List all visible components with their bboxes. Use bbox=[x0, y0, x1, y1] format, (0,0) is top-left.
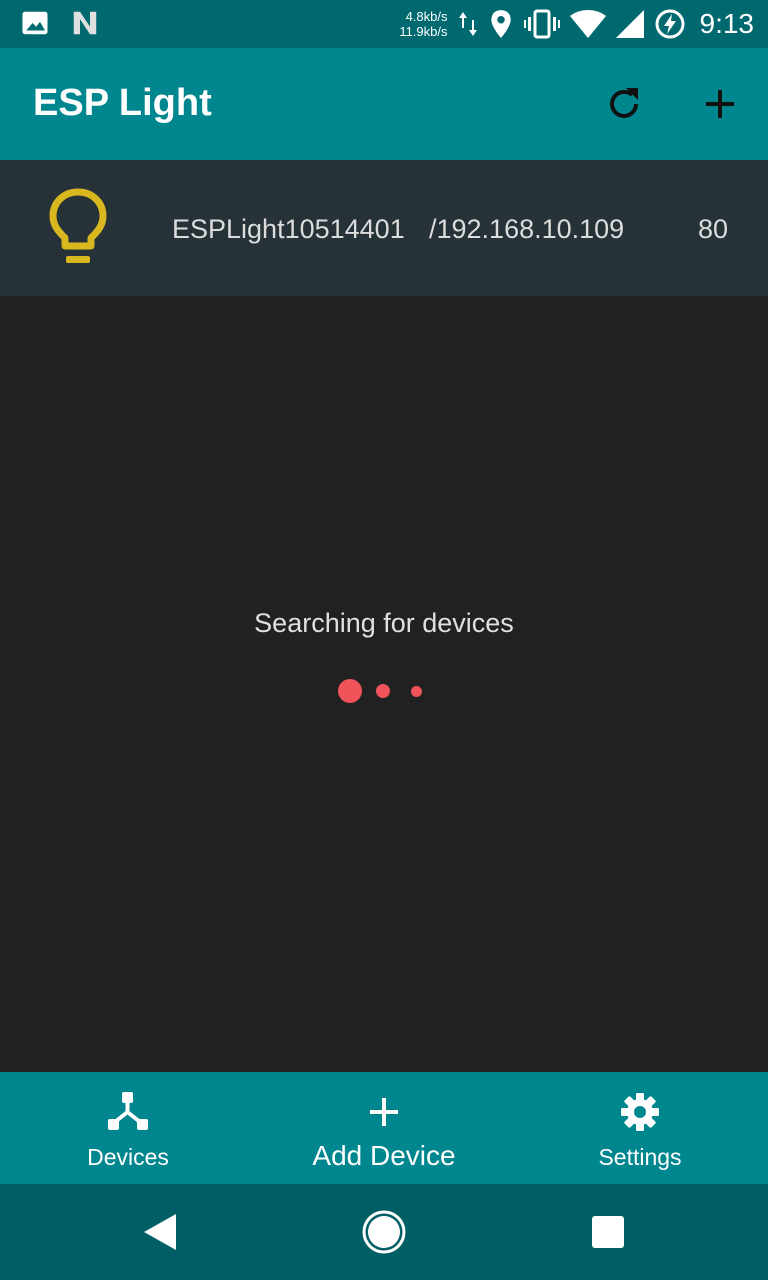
location-icon bbox=[490, 10, 511, 38]
nav-item-settings[interactable]: Settings bbox=[512, 1072, 768, 1184]
home-button[interactable] bbox=[360, 1208, 408, 1256]
nav-item-devices[interactable]: Devices bbox=[0, 1072, 256, 1184]
nav-label-add-device: Add Device bbox=[312, 1140, 456, 1171]
loading-dot bbox=[376, 684, 390, 698]
back-icon bbox=[144, 1214, 176, 1250]
loading-dot bbox=[338, 679, 362, 703]
upload-speed: 4.8kb/s bbox=[405, 9, 448, 24]
device-list-item[interactable]: ESPLight10514401 /192.168.10.109 80 bbox=[0, 160, 768, 296]
app-bar: ESP Light bbox=[0, 48, 768, 160]
devices-icon bbox=[108, 1092, 148, 1130]
network-speed: 4.8kb/s 11.9kb/s bbox=[399, 9, 447, 39]
nav-item-add-device[interactable]: Add Device bbox=[256, 1072, 512, 1184]
loading-dot bbox=[411, 686, 422, 697]
device-name: ESPLight10514401 bbox=[172, 214, 405, 244]
bottom-navigation: Devices Add Device Settings bbox=[0, 1072, 768, 1184]
n-icon bbox=[73, 11, 97, 35]
nav-label-devices: Devices bbox=[87, 1144, 169, 1170]
refresh-button[interactable] bbox=[602, 82, 646, 126]
add-icon bbox=[706, 90, 734, 118]
back-button[interactable] bbox=[136, 1208, 184, 1256]
plus-icon bbox=[370, 1098, 398, 1126]
recents-button[interactable] bbox=[584, 1208, 632, 1256]
home-icon bbox=[362, 1210, 406, 1254]
loading-indicator bbox=[0, 676, 768, 706]
download-speed: 11.9kb/s bbox=[399, 24, 448, 39]
app-title: ESP Light bbox=[33, 82, 212, 124]
add-button[interactable] bbox=[698, 82, 742, 126]
signal-icon bbox=[615, 10, 644, 38]
status-bar: 4.8kb/s 11.9kb/s 9:13 bbox=[0, 0, 768, 48]
battery-saver-icon bbox=[655, 9, 684, 39]
system-navigation-bar bbox=[0, 1184, 768, 1280]
data-arrows-icon bbox=[458, 12, 477, 36]
lightbulb-icon bbox=[49, 188, 107, 263]
device-ip: /192.168.10.109 bbox=[429, 214, 625, 244]
searching-text: Searching for devices bbox=[254, 608, 514, 638]
wifi-icon bbox=[569, 10, 606, 38]
nav-label-settings: Settings bbox=[598, 1144, 682, 1170]
vibrate-icon bbox=[523, 9, 560, 39]
device-port: 80 bbox=[698, 214, 729, 244]
status-time: 9:13 bbox=[699, 8, 755, 39]
gear-icon bbox=[621, 1093, 659, 1131]
recents-icon bbox=[592, 1216, 624, 1248]
image-icon bbox=[22, 11, 48, 35]
refresh-icon bbox=[610, 88, 638, 118]
